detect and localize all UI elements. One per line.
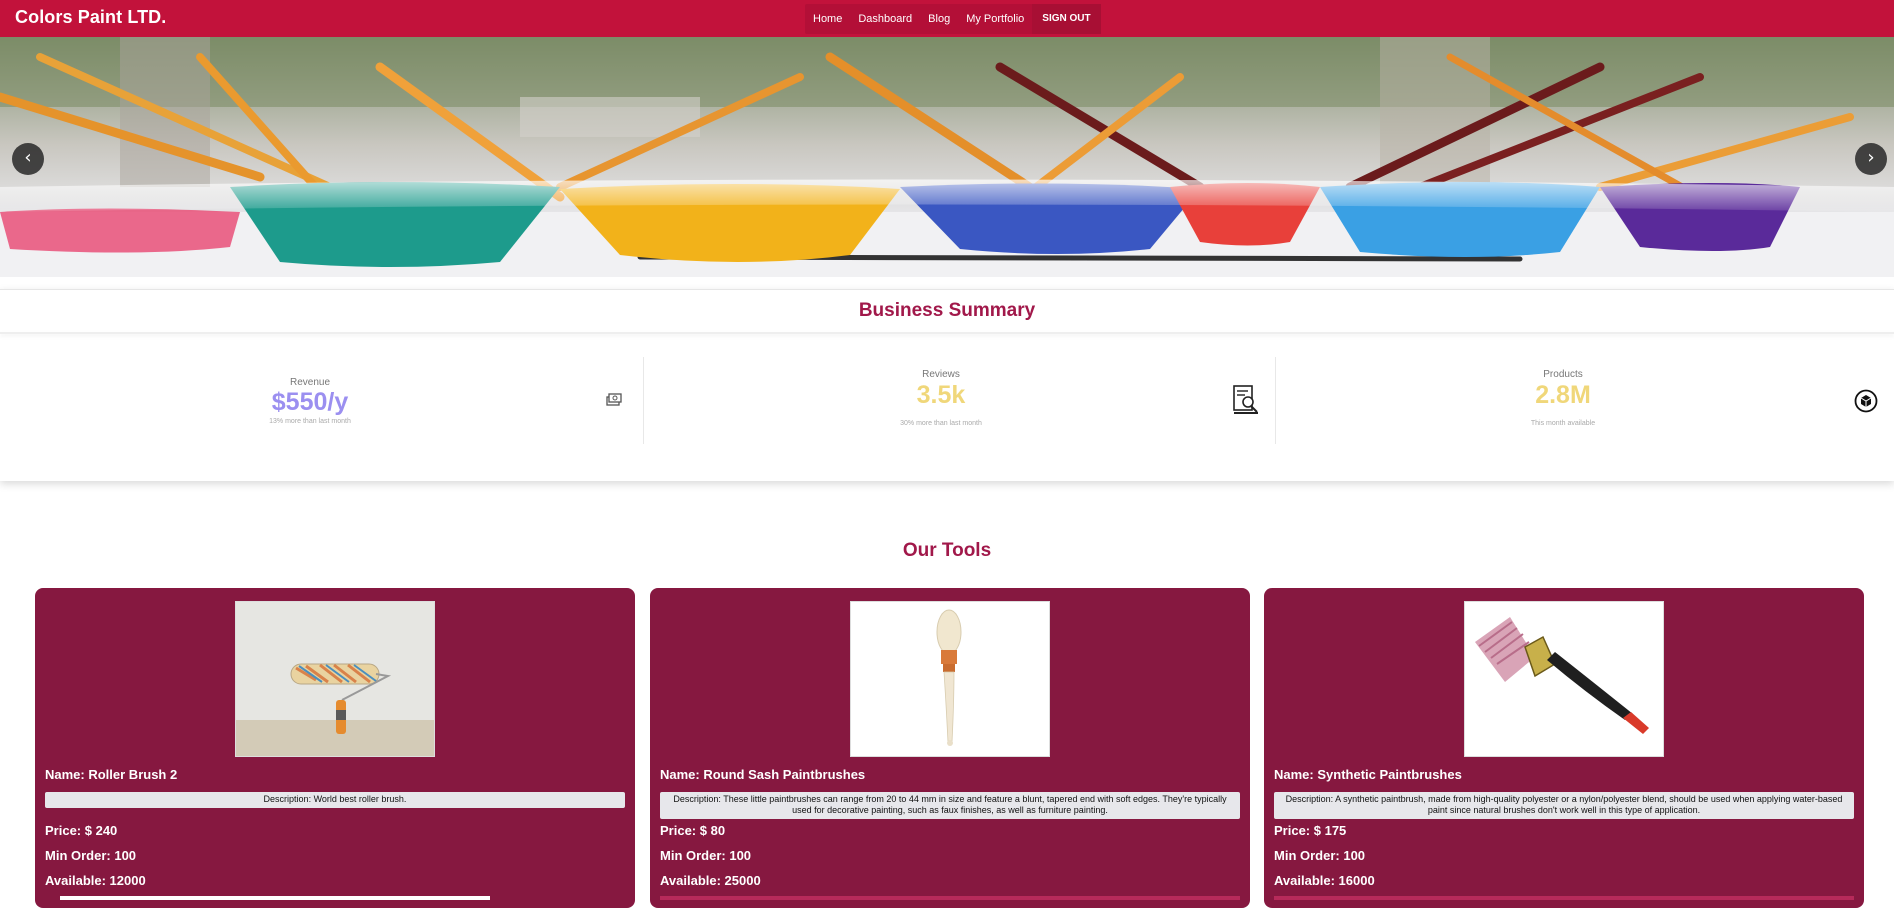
card-bottom-bar xyxy=(60,896,490,900)
nav-link-blog[interactable]: Blog xyxy=(920,4,958,34)
stat-value: 2.8M xyxy=(1535,381,1591,409)
divider xyxy=(0,332,1894,334)
chevron-left-icon: ‹ xyxy=(24,147,32,168)
stat-value: $550/y xyxy=(271,388,349,416)
hero-carousel: ‹ › xyxy=(0,37,1894,277)
stat-revenue: Revenue $550/y 13% more than last month xyxy=(0,355,640,445)
divider xyxy=(0,289,1894,290)
card-bottom-bar xyxy=(660,896,1240,900)
box-icon xyxy=(1854,389,1878,418)
tool-name: Name: Round Sash Paintbrushes xyxy=(660,767,866,782)
nav-link-dashboard[interactable]: Dashboard xyxy=(850,4,920,34)
navbar: Colors Paint LTD. Home Dashboard Blog My… xyxy=(0,0,1894,37)
stat-products: Products 2.8M This month available xyxy=(1275,355,1894,445)
tool-card: Name: Roller Brush 2 Description: World … xyxy=(35,588,635,908)
tool-description: Description: World best roller brush. xyxy=(45,792,625,808)
tool-price: Price: $ 80 xyxy=(660,823,726,838)
carousel-next-button[interactable]: › xyxy=(1855,143,1887,175)
document-search-icon xyxy=(1233,385,1259,420)
tool-price: Price: $ 240 xyxy=(45,823,118,838)
chevron-right-icon: › xyxy=(1867,147,1875,168)
tool-available: Available: 16000 xyxy=(1274,873,1375,888)
nav-link-home[interactable]: Home xyxy=(805,4,850,34)
nav-link-my-portfolio[interactable]: My Portfolio xyxy=(958,4,1032,34)
tool-image-synthetic-brush xyxy=(1464,601,1664,757)
tool-image-roller-brush xyxy=(235,601,435,757)
money-icon xyxy=(605,391,623,414)
tool-card: Name: Synthetic Paintbrushes Description… xyxy=(1264,588,1864,908)
stat-value: 3.5k xyxy=(916,381,966,409)
sign-out-button[interactable]: SIGN OUT xyxy=(1032,4,1101,34)
tool-min-order: Min Order: 100 xyxy=(45,848,137,863)
tool-description: Description: These little paintbrushes c… xyxy=(660,792,1240,819)
tool-price: Price: $ 175 xyxy=(1274,823,1347,838)
stat-subtext: 30% more than last month xyxy=(900,420,982,427)
stat-label: Reviews xyxy=(922,369,960,380)
tool-description: Description: A synthetic paintbrush, mad… xyxy=(1274,792,1854,819)
tool-available: Available: 25000 xyxy=(660,873,761,888)
stat-label: Revenue xyxy=(289,377,331,388)
stat-subtext: 13% more than last month xyxy=(269,418,351,425)
stat-subtext: This month available xyxy=(1530,420,1596,427)
card-bottom-bar xyxy=(1274,896,1854,900)
tool-image-round-sash-brush xyxy=(850,601,1050,757)
stat-reviews: Reviews 3.5k 30% more than last month xyxy=(643,355,1283,445)
tool-min-order: Min Order: 100 xyxy=(1274,848,1366,863)
tool-name: Name: Synthetic Paintbrushes xyxy=(1274,767,1462,782)
tool-card: Name: Round Sash Paintbrushes Descriptio… xyxy=(650,588,1250,908)
section-title-our-tools: Our Tools xyxy=(902,540,992,561)
nav-links: Home Dashboard Blog My Portfolio SIGN OU… xyxy=(805,4,1101,34)
stat-label: Products xyxy=(1543,369,1583,380)
tool-name: Name: Roller Brush 2 xyxy=(45,767,178,782)
brand-logo[interactable]: Colors Paint LTD. xyxy=(15,7,166,28)
tool-min-order: Min Order: 100 xyxy=(660,848,752,863)
hero-image xyxy=(0,37,1894,277)
tool-available: Available: 12000 xyxy=(45,873,146,888)
section-title-business-summary: Business Summary xyxy=(858,300,1036,321)
carousel-prev-button[interactable]: ‹ xyxy=(12,143,44,175)
